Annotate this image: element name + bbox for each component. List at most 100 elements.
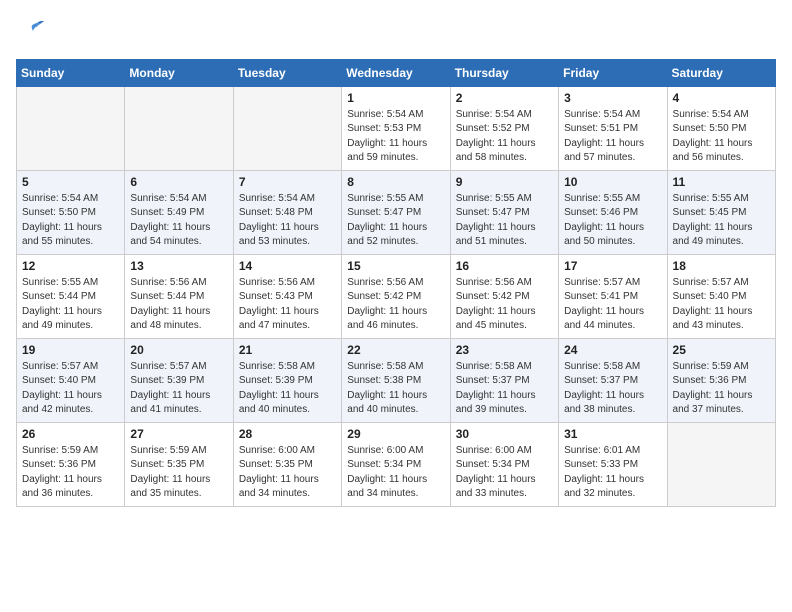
- weekday-header-wednesday: Wednesday: [342, 59, 450, 86]
- calendar-cell: 12 Sunrise: 5:55 AMSunset: 5:44 PMDayligh…: [17, 254, 125, 338]
- day-number: 21: [239, 343, 336, 357]
- day-info: Sunrise: 5:54 AMSunset: 5:51 PMDaylight:…: [564, 108, 661, 166]
- day-number: 7: [239, 175, 336, 189]
- day-info: Sunrise: 5:59 AMSunset: 5:36 PMDaylight:…: [673, 360, 770, 418]
- weekday-header-monday: Monday: [125, 59, 233, 86]
- day-number: 11: [673, 175, 770, 189]
- calendar-cell: 4Sunrise: 5:54 AMSunset: 5:50 PMDaylight…: [667, 86, 775, 170]
- day-info: Sunrise: 5:59 AMSunset: 5:35 PMDaylight:…: [130, 444, 227, 502]
- weekday-header-saturday: Saturday: [667, 59, 775, 86]
- day-info: Sunrise: 5:55 AMSunset: 5:44 PMDaylight:…: [22, 276, 119, 334]
- day-info: Sunrise: 5:54 AMSunset: 5:52 PMDaylight:…: [456, 108, 553, 166]
- day-info: Sunrise: 5:55 AMSunset: 5:47 PMDaylight:…: [347, 192, 444, 250]
- day-info: Sunrise: 5:57 AMSunset: 5:40 PMDaylight:…: [673, 276, 770, 334]
- day-number: 12: [22, 259, 119, 273]
- calendar-cell: 18 Sunrise: 5:57 AMSunset: 5:40 PMDayligh…: [667, 254, 775, 338]
- day-number: 10: [564, 175, 661, 189]
- calendar-cell: 28Sunrise: 6:00 AMSunset: 5:35 PMDayligh…: [233, 422, 341, 506]
- day-number: 8: [347, 175, 444, 189]
- calendar-cell: 22 Sunrise: 5:58 AMSunset: 5:38 PMDayligh…: [342, 338, 450, 422]
- page-header: [16, 16, 776, 49]
- weekday-header-friday: Friday: [559, 59, 667, 86]
- calendar-cell: 9 Sunrise: 5:55 AMSunset: 5:47 PMDaylight…: [450, 170, 558, 254]
- weekday-header-sunday: Sunday: [17, 59, 125, 86]
- calendar-cell: [667, 422, 775, 506]
- day-number: 27: [130, 427, 227, 441]
- day-number: 1: [347, 91, 444, 105]
- calendar-cell: 10 Sunrise: 5:55 AMSunset: 5:46 PMDayligh…: [559, 170, 667, 254]
- day-number: 13: [130, 259, 227, 273]
- day-info: Sunrise: 5:55 AMSunset: 5:45 PMDaylight:…: [673, 192, 770, 250]
- calendar-cell: 25 Sunrise: 5:59 AMSunset: 5:36 PMDayligh…: [667, 338, 775, 422]
- calendar-week-row: 5Sunrise: 5:54 AMSunset: 5:50 PMDaylight…: [17, 170, 776, 254]
- calendar-cell: 16 Sunrise: 5:56 AMSunset: 5:42 PMDayligh…: [450, 254, 558, 338]
- day-number: 25: [673, 343, 770, 357]
- day-number: 26: [22, 427, 119, 441]
- weekday-header-thursday: Thursday: [450, 59, 558, 86]
- day-number: 15: [347, 259, 444, 273]
- calendar-cell: 26 Sunrise: 5:59 AMSunset: 5:36 PMDayligh…: [17, 422, 125, 506]
- day-info: Sunrise: 5:58 AMSunset: 5:37 PMDaylight:…: [456, 360, 553, 418]
- calendar-cell: 30Sunrise: 6:00 AMSunset: 5:34 PMDayligh…: [450, 422, 558, 506]
- day-info: Sunrise: 5:56 AMSunset: 5:44 PMDaylight:…: [130, 276, 227, 334]
- calendar-cell: 2 Sunrise: 5:54 AMSunset: 5:52 PMDaylight…: [450, 86, 558, 170]
- day-info: Sunrise: 5:55 AMSunset: 5:46 PMDaylight:…: [564, 192, 661, 250]
- day-number: 28: [239, 427, 336, 441]
- calendar-cell: 27 Sunrise: 5:59 AMSunset: 5:35 PMDayligh…: [125, 422, 233, 506]
- day-info: Sunrise: 5:54 AMSunset: 5:48 PMDaylight:…: [239, 192, 336, 250]
- day-info: Sunrise: 5:56 AMSunset: 5:42 PMDaylight:…: [347, 276, 444, 334]
- calendar-cell: 1 Sunrise: 5:54 AMSunset: 5:53 PMDaylight…: [342, 86, 450, 170]
- calendar-week-row: 1 Sunrise: 5:54 AMSunset: 5:53 PMDaylight…: [17, 86, 776, 170]
- day-info: Sunrise: 5:57 AMSunset: 5:41 PMDaylight:…: [564, 276, 661, 334]
- day-number: 24: [564, 343, 661, 357]
- day-info: Sunrise: 6:00 AMSunset: 5:34 PMDaylight:…: [347, 444, 444, 502]
- day-number: 22: [347, 343, 444, 357]
- day-number: 14: [239, 259, 336, 273]
- day-info: Sunrise: 5:55 AMSunset: 5:47 PMDaylight:…: [456, 192, 553, 250]
- weekday-header-tuesday: Tuesday: [233, 59, 341, 86]
- day-number: 29: [347, 427, 444, 441]
- day-number: 18: [673, 259, 770, 273]
- calendar-cell: [233, 86, 341, 170]
- calendar-cell: 29 Sunrise: 6:00 AMSunset: 5:34 PMDayligh…: [342, 422, 450, 506]
- calendar-cell: 17Sunrise: 5:57 AMSunset: 5:41 PMDayligh…: [559, 254, 667, 338]
- day-info: Sunrise: 5:59 AMSunset: 5:36 PMDaylight:…: [22, 444, 119, 502]
- logo: [16, 16, 46, 49]
- day-info: Sunrise: 5:57 AMSunset: 5:40 PMDaylight:…: [22, 360, 119, 418]
- day-number: 2: [456, 91, 553, 105]
- day-info: Sunrise: 5:58 AMSunset: 5:39 PMDaylight:…: [239, 360, 336, 418]
- logo-bird-icon: [18, 16, 46, 44]
- day-number: 20: [130, 343, 227, 357]
- day-info: Sunrise: 5:58 AMSunset: 5:38 PMDaylight:…: [347, 360, 444, 418]
- calendar-cell: 19 Sunrise: 5:57 AMSunset: 5:40 PMDayligh…: [17, 338, 125, 422]
- calendar-cell: 5Sunrise: 5:54 AMSunset: 5:50 PMDaylight…: [17, 170, 125, 254]
- calendar-cell: 3 Sunrise: 5:54 AMSunset: 5:51 PMDaylight…: [559, 86, 667, 170]
- calendar-cell: 31 Sunrise: 6:01 AMSunset: 5:33 PMDayligh…: [559, 422, 667, 506]
- calendar-cell: 20 Sunrise: 5:57 AMSunset: 5:39 PMDayligh…: [125, 338, 233, 422]
- calendar-cell: 15 Sunrise: 5:56 AMSunset: 5:42 PMDayligh…: [342, 254, 450, 338]
- day-info: Sunrise: 5:54 AMSunset: 5:53 PMDaylight:…: [347, 108, 444, 166]
- day-info: Sunrise: 5:57 AMSunset: 5:39 PMDaylight:…: [130, 360, 227, 418]
- day-info: Sunrise: 5:58 AMSunset: 5:37 PMDaylight:…: [564, 360, 661, 418]
- calendar-table: SundayMondayTuesdayWednesdayThursdayFrid…: [16, 59, 776, 507]
- calendar-week-row: 12 Sunrise: 5:55 AMSunset: 5:44 PMDayligh…: [17, 254, 776, 338]
- day-number: 4: [673, 91, 770, 105]
- calendar-cell: 21 Sunrise: 5:58 AMSunset: 5:39 PMDayligh…: [233, 338, 341, 422]
- calendar-cell: [17, 86, 125, 170]
- day-number: 16: [456, 259, 553, 273]
- calendar-cell: [125, 86, 233, 170]
- day-number: 31: [564, 427, 661, 441]
- day-info: Sunrise: 6:01 AMSunset: 5:33 PMDaylight:…: [564, 444, 661, 502]
- day-number: 23: [456, 343, 553, 357]
- calendar-cell: 13 Sunrise: 5:56 AMSunset: 5:44 PMDayligh…: [125, 254, 233, 338]
- day-number: 19: [22, 343, 119, 357]
- calendar-cell: 6Sunrise: 5:54 AMSunset: 5:49 PMDaylight…: [125, 170, 233, 254]
- calendar-cell: 11 Sunrise: 5:55 AMSunset: 5:45 PMDayligh…: [667, 170, 775, 254]
- calendar-header-row: SundayMondayTuesdayWednesdayThursdayFrid…: [17, 59, 776, 86]
- calendar-cell: 8 Sunrise: 5:55 AMSunset: 5:47 PMDaylight…: [342, 170, 450, 254]
- day-number: 9: [456, 175, 553, 189]
- day-number: 3: [564, 91, 661, 105]
- calendar-week-row: 26 Sunrise: 5:59 AMSunset: 5:36 PMDayligh…: [17, 422, 776, 506]
- day-number: 5: [22, 175, 119, 189]
- day-info: Sunrise: 5:56 AMSunset: 5:42 PMDaylight:…: [456, 276, 553, 334]
